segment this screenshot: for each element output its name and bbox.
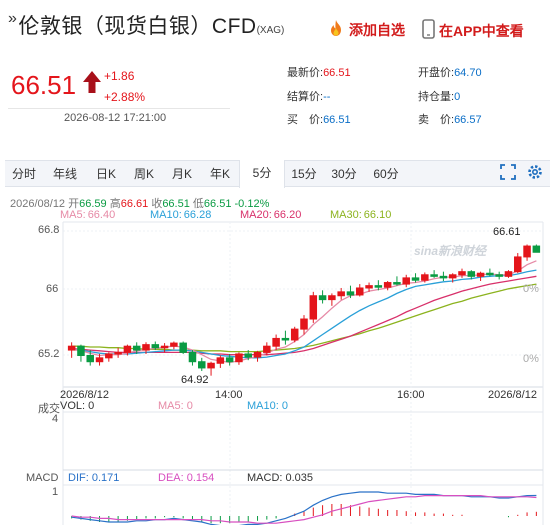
candle-body <box>179 342 187 353</box>
macd-dea-line <box>71 495 537 524</box>
candle-body <box>198 361 206 369</box>
candle-body <box>514 256 522 273</box>
candle-body <box>105 353 113 359</box>
candle-body <box>188 351 197 363</box>
candle-body <box>67 345 76 351</box>
pct-axis-mid: 0% <box>523 283 539 295</box>
price-axis-mid: 66 <box>46 283 59 295</box>
macd-axis-top: 1 <box>52 486 59 498</box>
candle-body <box>402 277 410 285</box>
candle-body <box>309 295 318 320</box>
candle-body <box>486 272 494 276</box>
time-axis-1: 14:00 <box>215 389 243 401</box>
candle-body <box>495 274 503 277</box>
candle-body <box>346 291 355 296</box>
candle-body <box>383 282 392 288</box>
time-axis-3: 2026/8/12 <box>488 389 537 401</box>
macd-value: MACD: 0.035 <box>247 472 314 484</box>
candle-body <box>281 337 290 341</box>
candle-body <box>374 285 383 288</box>
candle-body <box>458 271 466 276</box>
candle-body <box>132 345 141 351</box>
candle-body <box>523 245 531 258</box>
candle-body <box>337 291 345 297</box>
candle-body <box>365 285 373 289</box>
candle-body <box>160 345 169 349</box>
candle-body <box>411 277 420 281</box>
candle-body <box>114 351 122 355</box>
candle-body <box>123 345 132 353</box>
candle-body <box>532 245 541 253</box>
high-annotation: 66.61 <box>493 226 521 238</box>
volume-ma10: MA10: 0 <box>247 400 288 412</box>
quote-page: »伦敦银（现货白银）CFD(XAG) 添加自选 在APP中查看 66.51 +1… <box>0 0 550 525</box>
candle-body <box>356 287 364 296</box>
price-axis-top: 66.8 <box>38 224 60 236</box>
candle-body <box>207 362 215 369</box>
volume-axis-top: 4 <box>52 413 59 425</box>
candle-body <box>318 295 327 301</box>
candle-body <box>448 274 457 279</box>
candle-body <box>95 357 104 363</box>
candle-body <box>439 275 448 279</box>
candle-body <box>504 271 513 277</box>
candle-body <box>151 344 160 349</box>
macd-dea: DEA: 0.154 <box>158 472 215 484</box>
candle-body <box>263 345 271 353</box>
macd-label: MACD <box>26 472 59 484</box>
candle-body <box>290 328 299 341</box>
candle-body <box>476 272 485 277</box>
candle-body <box>253 351 262 358</box>
candle-body <box>300 318 308 330</box>
kline-chart[interactable] <box>0 0 550 525</box>
ma10-line <box>71 269 537 359</box>
macd-dif: DIF: 0.171 <box>68 472 120 484</box>
candle-body <box>170 342 178 347</box>
low-annotation: 64.92 <box>181 374 209 386</box>
sina-watermark: sina新浪财经 <box>414 244 487 258</box>
candle-body <box>244 353 252 358</box>
candle-body <box>328 295 336 301</box>
candle-body <box>467 271 476 277</box>
candle-body <box>77 345 85 357</box>
time-axis-2: 16:00 <box>397 389 425 401</box>
candle-body <box>272 337 280 347</box>
candle-body <box>142 344 150 351</box>
candle-body <box>430 274 438 277</box>
candle-body <box>235 353 243 363</box>
candle-body <box>421 274 429 281</box>
candle-body <box>216 357 225 364</box>
price-axis-bottom: 65.2 <box>38 348 60 360</box>
candle-body <box>86 355 94 363</box>
candle-body <box>225 357 234 363</box>
volume-value: VOL: 0 <box>60 400 95 412</box>
volume-ma5: MA5: 0 <box>158 400 193 412</box>
candle-body <box>393 282 401 285</box>
pct-axis-bottom: 0% <box>523 353 539 365</box>
